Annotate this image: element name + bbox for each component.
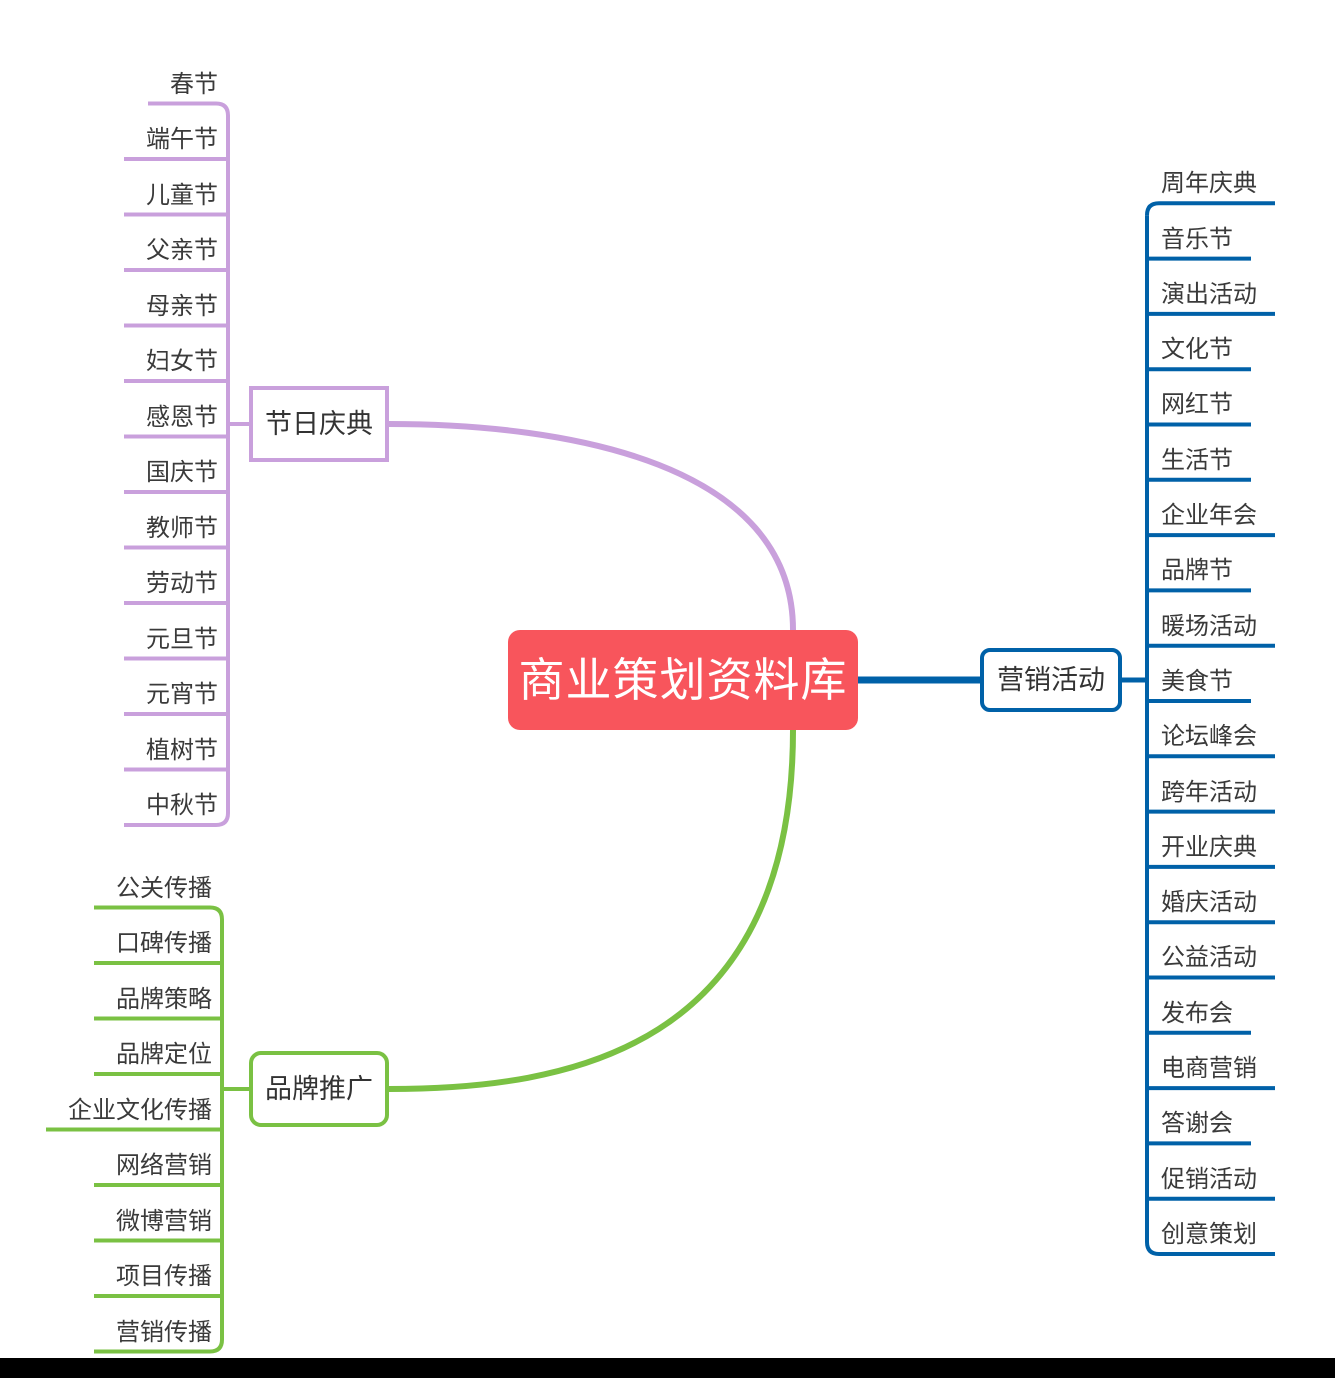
branch-node-festival-label: 节日庆典 <box>265 408 373 439</box>
leaf-item[interactable]: 音乐节 <box>1147 203 1297 258</box>
leaf-item-label: 美食节 <box>1161 667 1233 695</box>
leaf-list-festival: 春节端午节儿童节父亲节母亲节妇女节感恩节国庆节教师节劳动节元旦节元宵节植树节中秋… <box>38 48 228 825</box>
leaf-item-label: 品牌定位 <box>116 1041 212 1068</box>
leaf-list-brand: 公关传播口碑传播品牌策略品牌定位企业文化传播网络营销微博营销项目传播营销传播 <box>22 852 222 1352</box>
leaf-item-label: 感恩节 <box>146 403 218 431</box>
leaf-item[interactable]: 口碑传播 <box>22 908 222 964</box>
leaf-item[interactable]: 开业庆典 <box>1147 812 1297 867</box>
bottom-bar <box>0 1358 1335 1378</box>
leaf-item[interactable]: 感恩节 <box>38 381 228 437</box>
leaf-item-label: 国庆节 <box>146 459 218 486</box>
leaf-item[interactable]: 母亲节 <box>38 270 228 326</box>
branch-node-festival[interactable]: 节日庆典 <box>249 386 389 462</box>
leaf-item-label: 企业文化传播 <box>68 1096 212 1124</box>
leaf-item-label: 电商营销 <box>1161 1055 1257 1083</box>
leaf-item-label: 企业年会 <box>1161 502 1257 530</box>
leaf-item[interactable]: 劳动节 <box>38 548 228 604</box>
leaf-item[interactable]: 发布会 <box>1147 977 1297 1032</box>
leaf-item-label: 文化节 <box>1161 336 1233 364</box>
leaf-item-label: 婚庆活动 <box>1161 889 1257 917</box>
branch-node-brand[interactable]: 品牌推广 <box>249 1051 389 1127</box>
leaf-item-label: 品牌策略 <box>116 985 212 1013</box>
branch-node-marketing[interactable]: 营销活动 <box>980 648 1122 712</box>
leaf-item-label: 教师节 <box>146 514 218 542</box>
leaf-item[interactable]: 暖场活动 <box>1147 590 1297 645</box>
leaf-item[interactable]: 端午节 <box>38 104 228 160</box>
leaf-item[interactable]: 文化节 <box>1147 314 1297 369</box>
leaf-item-label: 答谢会 <box>1161 1110 1233 1138</box>
leaf-item-label: 暖场活动 <box>1161 612 1257 640</box>
leaf-item[interactable]: 微博营销 <box>22 1185 222 1241</box>
leaf-item-label: 劳动节 <box>146 570 218 597</box>
leaf-item-label: 植树节 <box>146 736 218 764</box>
leaf-item-label: 跨年活动 <box>1161 778 1257 806</box>
leaf-item-label: 元旦节 <box>146 625 218 653</box>
leaf-item[interactable]: 植树节 <box>38 714 228 770</box>
leaf-item[interactable]: 周年庆典 <box>1147 148 1297 203</box>
leaf-item[interactable]: 促销活动 <box>1147 1143 1297 1198</box>
leaf-item[interactable]: 婚庆活动 <box>1147 867 1297 922</box>
leaf-item-label: 公关传播 <box>116 874 212 902</box>
leaf-item[interactable]: 电商营销 <box>1147 1033 1297 1088</box>
leaf-item[interactable]: 春节 <box>38 48 228 104</box>
root-node-label: 商业策划资料库 <box>518 654 848 706</box>
leaf-item[interactable]: 国庆节 <box>38 437 228 493</box>
leaf-item[interactable]: 论坛峰会 <box>1147 701 1297 756</box>
leaf-list-marketing: 周年庆典音乐节演出活动文化节网红节生活节企业年会品牌节暖场活动美食节论坛峰会跨年… <box>1147 148 1297 1254</box>
leaf-item[interactable]: 网络营销 <box>22 1130 222 1186</box>
leaf-item-label: 周年庆典 <box>1161 170 1257 198</box>
leaf-item[interactable]: 品牌定位 <box>22 1019 222 1075</box>
branch-node-brand-label: 品牌推广 <box>265 1073 373 1104</box>
leaf-item-label: 促销活动 <box>1161 1165 1257 1193</box>
leaf-item[interactable]: 元旦节 <box>38 603 228 659</box>
leaf-item[interactable]: 父亲节 <box>38 215 228 271</box>
branch-node-marketing-label: 营销活动 <box>997 664 1105 695</box>
leaf-item[interactable]: 网红节 <box>1147 369 1297 424</box>
leaf-item[interactable]: 企业年会 <box>1147 480 1297 535</box>
leaf-item-label: 端午节 <box>146 126 218 153</box>
leaf-item-label: 春节 <box>170 70 218 98</box>
leaf-item[interactable]: 元宵节 <box>38 659 228 715</box>
leaf-item-label: 开业庆典 <box>1161 833 1257 861</box>
leaf-item-label: 音乐节 <box>1161 225 1233 253</box>
leaf-item-label: 儿童节 <box>146 181 218 209</box>
leaf-item-label: 口碑传播 <box>116 930 212 957</box>
leaf-item-label: 品牌节 <box>1161 557 1233 585</box>
leaf-item-label: 公益活动 <box>1161 944 1257 972</box>
leaf-item[interactable]: 答谢会 <box>1147 1088 1297 1143</box>
leaf-item[interactable]: 中秋节 <box>38 770 228 826</box>
leaf-item[interactable]: 营销传播 <box>22 1296 222 1352</box>
leaf-item[interactable]: 妇女节 <box>38 326 228 382</box>
leaf-item[interactable]: 公关传播 <box>22 852 222 908</box>
root-node[interactable]: 商业策划资料库 <box>508 630 858 730</box>
leaf-item-label: 父亲节 <box>146 237 218 264</box>
leaf-item[interactable]: 品牌节 <box>1147 535 1297 590</box>
leaf-item-label: 项目传播 <box>116 1263 212 1290</box>
leaf-item-label: 网红节 <box>1161 391 1233 419</box>
leaf-item-label: 演出活动 <box>1161 280 1257 308</box>
leaf-item-label: 中秋节 <box>146 792 218 819</box>
leaf-item-label: 母亲节 <box>146 292 218 320</box>
leaf-item-label: 微博营销 <box>116 1207 212 1235</box>
leaf-item[interactable]: 公益活动 <box>1147 922 1297 977</box>
leaf-item-label: 生活节 <box>1161 446 1233 474</box>
leaf-item-label: 论坛峰会 <box>1161 723 1257 751</box>
leaf-item[interactable]: 创意策划 <box>1147 1199 1297 1254</box>
leaf-item-label: 元宵节 <box>146 681 218 708</box>
leaf-item[interactable]: 跨年活动 <box>1147 756 1297 811</box>
leaf-item[interactable]: 美食节 <box>1147 646 1297 701</box>
leaf-item[interactable]: 品牌策略 <box>22 963 222 1019</box>
leaf-item-label: 网络营销 <box>116 1152 212 1179</box>
leaf-item-label: 妇女节 <box>146 348 218 375</box>
leaf-item[interactable]: 演出活动 <box>1147 259 1297 314</box>
leaf-item[interactable]: 项目传播 <box>22 1241 222 1297</box>
leaf-item[interactable]: 生活节 <box>1147 424 1297 479</box>
leaf-item-label: 营销传播 <box>116 1318 212 1346</box>
leaf-item[interactable]: 教师节 <box>38 492 228 548</box>
leaf-item[interactable]: 企业文化传播 <box>22 1074 222 1130</box>
leaf-item[interactable]: 儿童节 <box>38 159 228 215</box>
leaf-item-label: 发布会 <box>1161 999 1233 1027</box>
mindmap-canvas: 商业策划资料库 节日庆典 品牌推广 营销活动 春节端午节儿童节父亲节母亲节妇女节… <box>0 0 1335 1378</box>
leaf-item-label: 创意策划 <box>1161 1220 1257 1248</box>
